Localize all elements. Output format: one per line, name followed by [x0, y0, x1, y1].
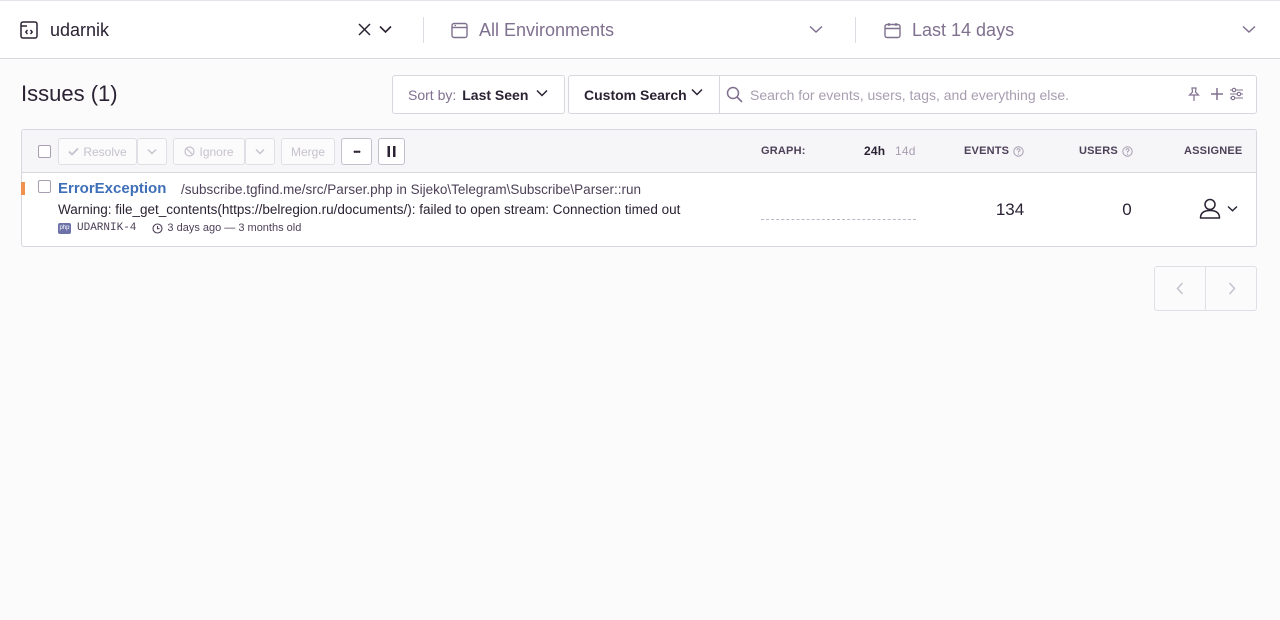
ellipsis-icon: ••• [353, 146, 361, 157]
ignore-button[interactable]: Ignore [173, 138, 245, 165]
chevron-down-icon [536, 89, 548, 97]
chevron-down-icon[interactable] [1242, 25, 1256, 34]
events-column-header: EVENTS [964, 145, 1024, 157]
search-bar: Custom Search [568, 75, 1257, 114]
sort-prefix: Sort by: [408, 86, 457, 103]
issue-time: 3 days ago — 3 months old [167, 222, 302, 234]
project-icon [20, 21, 38, 39]
assignee-selector[interactable] [1199, 198, 1238, 219]
search-input[interactable] [750, 84, 1170, 106]
issue-count: (1) [90, 81, 118, 106]
environment-selector[interactable]: All Environments [451, 1, 831, 59]
graph-column-header: GRAPH: [761, 145, 806, 157]
project-name: udarnik [50, 19, 110, 40]
ignore-options-button[interactable] [245, 138, 275, 165]
date-range-label: Last 14 days [912, 19, 1015, 40]
custom-search-label: Custom Search [584, 86, 687, 103]
resolve-label: Resolve [83, 144, 127, 159]
help-icon[interactable] [1013, 145, 1024, 157]
add-icon[interactable] [1210, 87, 1224, 101]
page-title: Issues (1) [21, 81, 118, 107]
issue-culprit: /subscribe.tgfind.me/src/Parser.php in S… [181, 182, 641, 197]
date-range-selector[interactable]: Last 14 days [884, 1, 1259, 59]
help-icon[interactable] [1122, 145, 1133, 157]
environment-label: All Environments [479, 19, 615, 40]
chevron-down-icon [1227, 205, 1238, 212]
chevron-down-icon [147, 148, 157, 155]
merge-label: Merge [290, 144, 325, 159]
project-selector[interactable]: udarnik [20, 1, 400, 59]
issue-events-count: 134 [995, 200, 1025, 219]
resolve-button[interactable]: Resolve [58, 138, 137, 165]
assignee-column-header: ASSIGNEE [1184, 145, 1243, 157]
pause-realtime-button[interactable] [378, 138, 405, 165]
page-title-text: Issues [21, 81, 85, 106]
chevron-down-icon[interactable] [379, 25, 392, 34]
environment-icon [451, 22, 468, 39]
user-icon [1199, 198, 1221, 219]
select-all-checkbox[interactable] [38, 145, 51, 158]
issue-title-link[interactable]: ErrorException [58, 180, 166, 197]
issue-checkbox[interactable] [38, 180, 51, 193]
php-platform-icon: php [58, 222, 71, 234]
issue-short-id[interactable]: UDARNIK-4 [77, 222, 136, 234]
divider [423, 17, 424, 43]
chevron-down-icon[interactable] [809, 25, 823, 34]
checkmark-icon [68, 147, 79, 156]
next-page-button[interactable] [1206, 267, 1257, 310]
chevron-down-icon [255, 148, 265, 155]
graph-range-14d[interactable]: 14d [895, 144, 916, 158]
issues-panel: Resolve Ignore Merge ••• GRAPH: 24h 14d … [21, 129, 1257, 247]
users-column-header: USERS [1079, 145, 1133, 157]
merge-button[interactable]: Merge [281, 138, 335, 165]
more-actions-button[interactable]: ••• [341, 138, 372, 165]
clear-icon[interactable] [358, 23, 371, 36]
issue-meta: php UDARNIK-4 3 days ago — 3 months old [58, 222, 301, 234]
events-header-label: EVENTS [964, 145, 1010, 157]
global-filter-bar: udarnik All Environments Last 14 days [0, 0, 1280, 59]
issue-users-count: 0 [1122, 200, 1132, 219]
chevron-right-icon [1228, 282, 1236, 295]
issues-toolbar: Resolve Ignore Merge ••• GRAPH: 24h 14d … [22, 130, 1256, 173]
custom-search-dropdown[interactable]: Custom Search [569, 76, 720, 113]
search-icon [726, 86, 743, 103]
resolve-options-button[interactable] [137, 138, 167, 165]
sort-value: Last Seen [462, 86, 529, 103]
level-indicator [21, 182, 25, 195]
chevron-left-icon [1176, 282, 1184, 295]
pagination [1154, 266, 1257, 311]
previous-page-button[interactable] [1155, 267, 1206, 310]
users-header-label: USERS [1079, 145, 1118, 157]
issue-message: Warning: file_get_contents(https://belre… [58, 202, 681, 217]
sort-dropdown[interactable]: Sort by: Last Seen [392, 75, 565, 114]
graph-range-24h[interactable]: 24h [864, 144, 885, 158]
calendar-icon [884, 22, 901, 39]
divider [855, 17, 856, 43]
pin-icon[interactable] [1187, 87, 1201, 102]
clock-icon [152, 222, 163, 234]
sliders-icon[interactable] [1229, 87, 1244, 101]
event-sparkline [761, 219, 916, 221]
ignore-icon [184, 146, 196, 157]
ignore-label: Ignore [199, 144, 234, 159]
pause-icon [387, 146, 396, 157]
chevron-down-icon [691, 88, 703, 96]
